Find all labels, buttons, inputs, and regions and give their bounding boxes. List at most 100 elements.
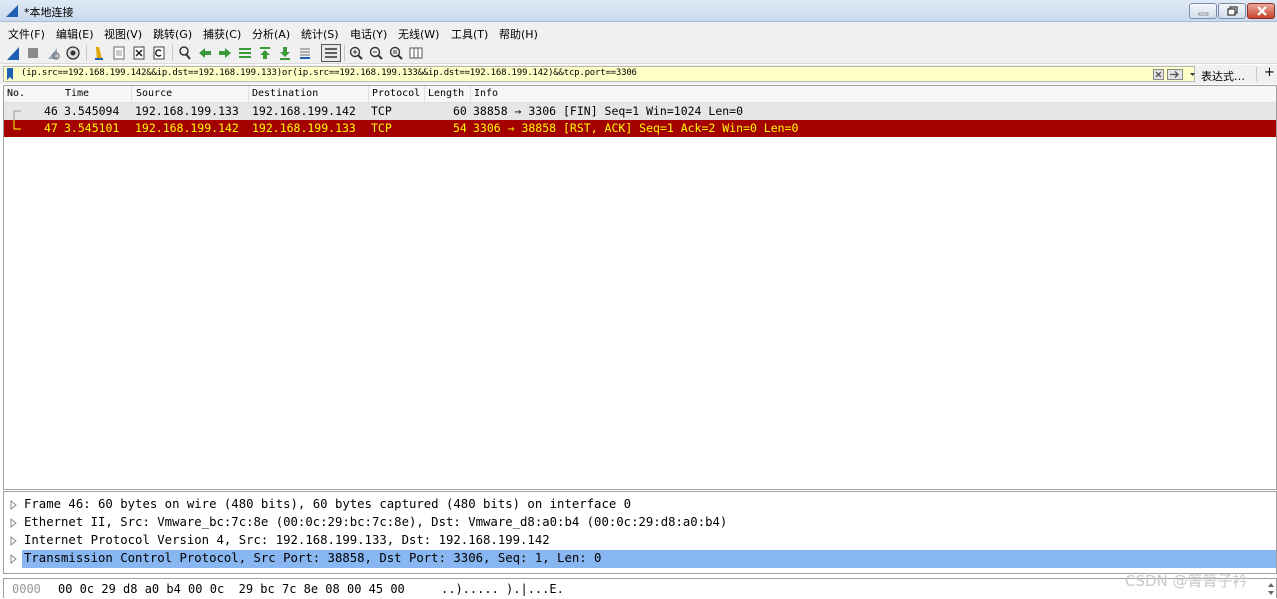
filter-separator	[1256, 67, 1257, 81]
find-packet-icon[interactable]	[177, 45, 193, 61]
column-header-destination[interactable]: Destination	[252, 88, 318, 99]
packet-list-header: No. Time Source Destination Protocol Len…	[4, 86, 1276, 103]
shark-fin-start-icon[interactable]	[5, 45, 21, 61]
packet-no: 47	[44, 121, 58, 135]
packet-source: 192.168.199.133	[135, 104, 239, 118]
go-back-icon[interactable]	[197, 45, 213, 61]
packet-details[interactable]: Frame 46: 60 bytes on wire (480 bits), 6…	[3, 491, 1277, 574]
go-last-icon[interactable]	[277, 45, 293, 61]
packet-row[interactable]: 46 3.545094 192.168.199.133 192.168.199.…	[4, 103, 1276, 120]
detail-tcp: Transmission Control Protocol, Src Port:…	[24, 551, 602, 565]
column-header-source[interactable]: Source	[136, 88, 172, 99]
bytes-hex[interactable]: 00 0c 29 d8 a0 b4 00 0c 29 bc 7c 8e 08 0…	[58, 582, 405, 596]
menu-analyze[interactable]: 分析(A)	[252, 26, 290, 42]
packet-time: 3.545101	[64, 121, 120, 135]
restore-icon	[1227, 6, 1238, 16]
toolbar-separator	[86, 45, 87, 61]
conversation-end-icon	[13, 120, 21, 130]
column-divider[interactable]	[131, 86, 132, 102]
menu-go[interactable]: 跳转(G)	[153, 26, 192, 42]
autoscroll-icon[interactable]	[297, 45, 313, 61]
packet-destination: 192.168.199.133	[252, 121, 356, 135]
packet-length: 54	[453, 121, 467, 135]
detail-ethernet: Ethernet II, Src: Vmware_bc:7c:8e (00:0c…	[24, 515, 728, 529]
go-forward-icon[interactable]	[217, 45, 233, 61]
detail-tree-item[interactable]: Frame 46: 60 bytes on wire (480 bits), 6…	[4, 496, 1276, 514]
detail-tree-item[interactable]: Ethernet II, Src: Vmware_bc:7c:8e (00:0c…	[4, 514, 1276, 532]
reload-icon[interactable]	[151, 45, 167, 61]
menu-wireless[interactable]: 无线(W)	[398, 26, 439, 42]
minimize-icon	[1198, 12, 1209, 16]
save-file-icon[interactable]	[111, 45, 127, 61]
window-title: *本地连接	[24, 6, 74, 19]
column-header-no[interactable]: No.	[7, 88, 25, 99]
packet-row-selected[interactable]: 47 3.545101 192.168.199.142 192.168.199.…	[4, 120, 1276, 137]
resize-columns-icon[interactable]	[408, 45, 424, 61]
column-divider[interactable]	[424, 86, 425, 102]
bytes-ascii[interactable]: ..)..... ).|...E.	[441, 582, 564, 596]
detail-tree-item-selected[interactable]: Transmission Control Protocol, Src Port:…	[4, 550, 1276, 568]
expand-arrow-icon[interactable]	[10, 554, 18, 564]
detail-tree-item[interactable]: Internet Protocol Version 4, Src: 192.16…	[4, 532, 1276, 550]
filter-history-dropdown-icon[interactable]	[1188, 69, 1197, 80]
add-filter-button[interactable]: +	[1264, 65, 1275, 80]
restart-capture-icon[interactable]	[45, 45, 61, 61]
menu-tools[interactable]: 工具(T)	[451, 26, 488, 42]
packet-time: 3.545094	[64, 104, 120, 118]
close-icon	[1257, 6, 1267, 16]
column-divider[interactable]	[470, 86, 471, 102]
column-divider[interactable]	[368, 86, 369, 102]
packet-no: 46	[44, 104, 58, 118]
toolbar-separator	[172, 45, 173, 61]
zoom-normal-icon[interactable]	[388, 45, 404, 61]
expand-arrow-icon[interactable]	[10, 500, 18, 510]
display-filter-input[interactable]: (ip.src==192.168.199.142&&ip.dst==192.16…	[3, 66, 1195, 82]
open-file-icon[interactable]	[91, 45, 107, 61]
close-window-button[interactable]	[1247, 3, 1275, 19]
minimize-button[interactable]	[1189, 3, 1217, 19]
zoom-in-icon[interactable]	[348, 45, 364, 61]
detail-frame: Frame 46: 60 bytes on wire (480 bits), 6…	[24, 497, 632, 511]
detail-ip: Internet Protocol Version 4, Src: 192.16…	[24, 533, 550, 547]
expression-button[interactable]: 表达式…	[1201, 68, 1245, 84]
menu-capture[interactable]: 捕获(C)	[203, 26, 241, 42]
capture-options-icon[interactable]	[65, 45, 81, 61]
packet-info: 38858 → 3306 [FIN] Seq=1 Win=1024 Len=0	[473, 104, 744, 118]
bytes-offset: 0000	[12, 582, 41, 596]
menu-edit[interactable]: 编辑(E)	[56, 26, 94, 42]
column-header-protocol[interactable]: Protocol	[372, 88, 420, 99]
expand-arrow-icon[interactable]	[10, 518, 18, 528]
apply-filter-icon[interactable]	[1167, 69, 1183, 80]
packet-bytes[interactable]: 0000 00 0c 29 d8 a0 b4 00 0c 29 bc 7c 8e…	[3, 578, 1277, 598]
go-to-packet-icon[interactable]	[237, 45, 253, 61]
menu-statistics[interactable]: 统计(S)	[301, 26, 339, 42]
column-header-time[interactable]: Time	[65, 88, 89, 99]
column-divider[interactable]	[248, 86, 249, 102]
packet-length: 60	[453, 104, 467, 118]
main-toolbar	[0, 42, 1277, 64]
close-file-icon[interactable]	[131, 45, 147, 61]
colorize-icon[interactable]	[321, 44, 341, 62]
packet-list[interactable]: No. Time Source Destination Protocol Len…	[3, 85, 1277, 490]
packet-destination: 192.168.199.142	[252, 104, 356, 118]
toolbar-separator	[344, 45, 345, 61]
display-filter-text: (ip.src==192.168.199.142&&ip.dst==192.16…	[21, 68, 637, 78]
menu-view[interactable]: 视图(V)	[104, 26, 142, 42]
column-header-length[interactable]: Length	[428, 88, 464, 99]
packet-info: 3306 → 38858 [RST, ACK] Seq=1 Ack=2 Win=…	[473, 121, 799, 135]
zoom-out-icon[interactable]	[368, 45, 384, 61]
menu-telephony[interactable]: 电话(Y)	[350, 26, 387, 42]
clear-filter-icon[interactable]	[1153, 69, 1164, 80]
packet-protocol: TCP	[371, 121, 392, 135]
wireshark-fin-icon	[6, 5, 18, 17]
scroll-arrows-icon[interactable]	[1266, 579, 1276, 599]
menu-file[interactable]: 文件(F)	[8, 26, 45, 42]
expand-arrow-icon[interactable]	[10, 536, 18, 546]
stop-capture-icon[interactable]	[25, 45, 41, 61]
bookmark-icon[interactable]	[6, 68, 14, 80]
restore-button[interactable]	[1218, 3, 1246, 19]
column-header-info[interactable]: Info	[474, 88, 498, 99]
display-filter-bar: (ip.src==192.168.199.142&&ip.dst==192.16…	[0, 65, 1277, 84]
menu-help[interactable]: 帮助(H)	[499, 26, 538, 42]
go-first-icon[interactable]	[257, 45, 273, 61]
